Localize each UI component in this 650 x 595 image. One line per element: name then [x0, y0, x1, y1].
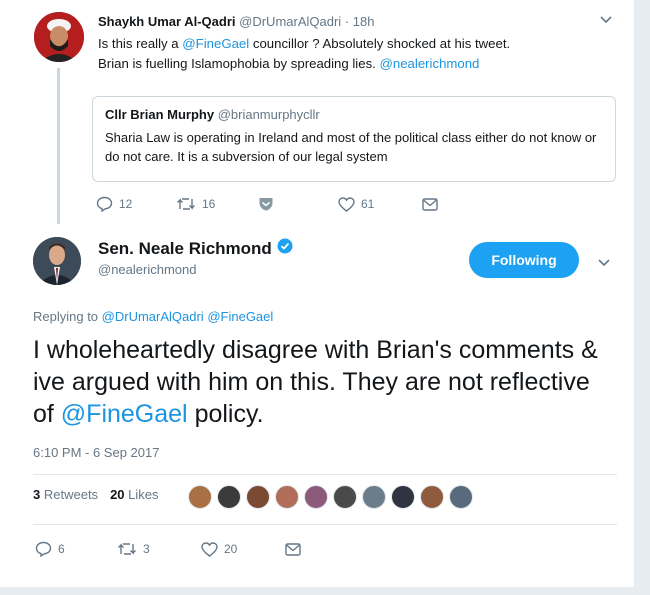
thread-line — [57, 68, 60, 224]
like-icon — [338, 196, 355, 212]
tweet2-reply-count: 6 — [58, 542, 65, 556]
quoted-tweet[interactable]: Cllr Brian Murphy @brianmurphycllr Shari… — [92, 96, 616, 182]
tweet1-text-part1: Is this really a — [98, 36, 183, 51]
save-button[interactable] — [258, 196, 338, 212]
divider — [33, 524, 617, 525]
tweet2-retweet-count: 3 — [143, 542, 150, 556]
tweet2-author-name-row: Sen. Neale Richmond — [98, 238, 293, 259]
retweets-count: 3 — [33, 487, 41, 502]
tweet2-timestamp[interactable]: 6:10 PM - 6 Sep 2017 — [33, 445, 159, 460]
retweet-icon — [176, 197, 196, 211]
tweet1-header: Shaykh Umar Al-Qadri @DrUmarAlQadri · 18… — [98, 14, 374, 29]
tweet2-author-name[interactable]: Sen. Neale Richmond — [98, 239, 272, 259]
liker-avatar[interactable] — [304, 485, 328, 509]
quoted-author-handle: @brianmurphycllr — [217, 107, 320, 122]
liker-avatar[interactable] — [275, 485, 299, 509]
avatar-neale-richmond[interactable] — [33, 237, 81, 285]
quoted-tweet-text: Sharia Law is operating in Ireland and m… — [105, 130, 597, 164]
tweet2-text-part2: policy. — [187, 400, 264, 428]
message-icon — [422, 197, 438, 211]
reply-button[interactable]: 6 — [35, 541, 117, 557]
reply-icon — [35, 541, 52, 557]
tweet1-reply-count: 12 — [119, 197, 133, 211]
mention-finegael[interactable]: @FineGael — [182, 36, 249, 51]
avatar-umar-al-qadri[interactable] — [34, 12, 84, 62]
likers-avatars — [188, 485, 478, 509]
chevron-down-icon[interactable] — [597, 256, 611, 271]
retweets-label: Retweets — [43, 487, 99, 502]
save-icon — [258, 196, 274, 212]
replying-to-label: Replying to — [33, 309, 102, 324]
tweet2-text: I wholeheartedly disagree with Brian's c… — [33, 334, 613, 430]
tweet1-time-separator: · — [341, 14, 353, 29]
tweet1-text: Is this really a @FineGael councillor ? … — [98, 34, 543, 74]
like-button[interactable]: 20 — [201, 541, 285, 557]
like-icon — [201, 541, 218, 557]
tweet1-time[interactable]: 18h — [353, 14, 375, 29]
replying-to-umar[interactable]: @DrUmarAlQadri — [102, 309, 204, 324]
liker-avatar[interactable] — [217, 485, 241, 509]
message-icon — [285, 542, 301, 556]
page-edge — [0, 587, 650, 595]
retweet-button[interactable]: 3 — [117, 542, 201, 556]
liker-avatar[interactable] — [391, 485, 415, 509]
tweet1-author-name[interactable]: Shaykh Umar Al-Qadri — [98, 14, 236, 29]
reply-icon — [96, 196, 113, 212]
verified-badge-icon — [277, 238, 293, 259]
retweet-button[interactable]: 16 — [176, 197, 258, 211]
tweet1-like-count: 61 — [361, 197, 375, 211]
retweets-stat[interactable]: 3 Retweets — [33, 487, 98, 502]
likes-label: Likes — [128, 487, 159, 502]
page-edge — [634, 0, 650, 595]
message-button[interactable] — [285, 542, 301, 556]
tweet2-stats: 3 Retweets 20 Likes — [33, 487, 159, 502]
reply-button[interactable]: 12 — [96, 196, 176, 212]
message-button[interactable] — [422, 197, 438, 211]
liker-avatar[interactable] — [188, 485, 212, 509]
mention-nealerichmond[interactable]: @nealerichmond — [380, 56, 480, 71]
replying-to-finegael[interactable]: @FineGael — [207, 309, 273, 324]
tweet-card: Shaykh Umar Al-Qadri @DrUmarAlQadri · 18… — [0, 0, 650, 595]
tweet2-like-count: 20 — [224, 542, 238, 556]
quoted-tweet-header: Cllr Brian Murphy @brianmurphycllr — [105, 107, 603, 122]
replying-to: Replying to @DrUmarAlQadri @FineGael — [33, 309, 273, 324]
liker-avatar[interactable] — [333, 485, 357, 509]
likes-stat[interactable]: 20 Likes — [110, 487, 158, 502]
tweet1-author-handle[interactable]: @DrUmarAlQadri — [239, 14, 341, 29]
tweet2-author-handle[interactable]: @nealerichmond — [98, 262, 196, 277]
liker-avatar[interactable] — [420, 485, 444, 509]
liker-avatar[interactable] — [362, 485, 386, 509]
chevron-down-icon[interactable] — [599, 13, 613, 28]
tweet2-actions: 6 3 20 — [35, 541, 301, 557]
tweet1-actions: 12 16 61 — [96, 196, 438, 212]
likes-count: 20 — [110, 487, 125, 502]
like-button[interactable]: 61 — [338, 196, 422, 212]
tweet1-retweet-count: 16 — [202, 197, 216, 211]
liker-avatar[interactable] — [246, 485, 270, 509]
mention-finegael[interactable]: @FineGael — [61, 400, 188, 428]
quoted-author-name: Cllr Brian Murphy — [105, 107, 215, 122]
liker-avatar[interactable] — [449, 485, 473, 509]
following-button[interactable]: Following — [469, 242, 579, 278]
retweet-icon — [117, 542, 137, 556]
divider — [33, 474, 617, 475]
